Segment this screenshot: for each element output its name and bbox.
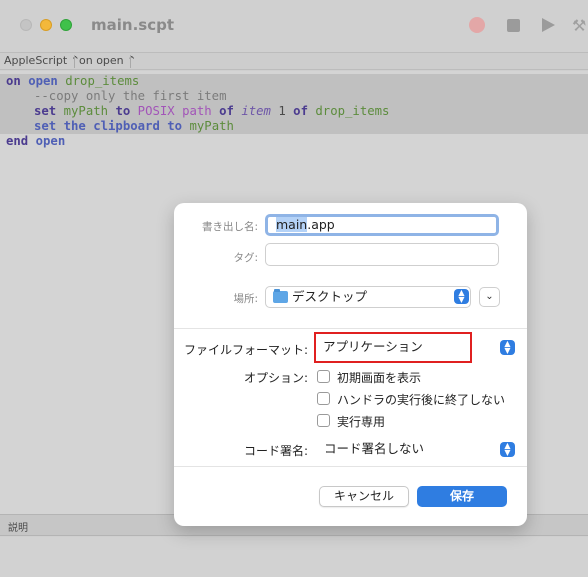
code-line-4: set the clipboard to myPath — [0, 119, 588, 134]
export-name-selected-text: main — [276, 217, 308, 232]
checkbox[interactable] — [317, 370, 330, 383]
keyword-end: end — [6, 134, 29, 148]
where-value: デスクトップ — [292, 289, 368, 304]
script-editor-window: main.scpt ⚒ AppleScript ⌃ on open ⌃ on o… — [0, 0, 588, 577]
code-line-1: on open drop_items — [0, 74, 588, 89]
keyword-of: of — [285, 104, 308, 118]
code-sign-popup[interactable]: コード署名しない ▲ ▼ — [314, 439, 517, 459]
event-open: open — [28, 134, 66, 148]
navigation-bar: AppleScript ⌃ on open ⌃ — [0, 52, 588, 70]
file-format-highlight-box — [314, 332, 472, 363]
export-name-extension: .app — [307, 217, 335, 232]
sheet-divider — [174, 328, 527, 329]
options-label: オプション: — [243, 371, 308, 385]
updown-chevron-icon: ▲ ▼ — [500, 340, 515, 355]
where-label: 場所: — [233, 293, 258, 305]
minimize-window-button[interactable] — [40, 19, 52, 31]
keyword-path: path — [174, 104, 212, 118]
folder-icon — [273, 289, 288, 303]
updown-chevron-icon: ▲ ▼ — [454, 289, 469, 304]
description-area[interactable] — [0, 537, 588, 577]
event-open: open — [20, 74, 58, 88]
export-name-field[interactable]: main.app — [265, 214, 499, 236]
stop-button[interactable] — [507, 19, 520, 32]
code-sign-label: コード署名: — [243, 444, 308, 458]
record-button[interactable] — [469, 17, 485, 33]
variable-mypath: myPath — [56, 104, 109, 118]
code-line-3: set myPath to POSIX path of item 1 of dr… — [0, 104, 588, 119]
keyword-to: to — [108, 104, 131, 118]
code-sign-value: コード署名しない — [324, 441, 425, 456]
handler-popup[interactable]: on open ⌃ — [79, 54, 136, 67]
keyword-posix: POSIX — [130, 104, 175, 118]
checkbox[interactable] — [317, 414, 330, 427]
variable-drop-items: drop_items — [57, 74, 140, 88]
title-bar: main.scpt ⚒ — [0, 0, 588, 52]
option-label: 初期画面を表示 — [337, 371, 422, 385]
expand-chevron-down-button[interactable]: ⌄ — [479, 287, 500, 307]
keyword-on: on — [6, 74, 21, 88]
checkbox[interactable] — [317, 392, 330, 405]
description-tab[interactable]: 説明 — [8, 519, 28, 534]
sheet-divider — [174, 466, 527, 467]
nav-divider — [74, 55, 75, 68]
window-title: main.scpt — [91, 16, 174, 34]
code-line-5: end open — [0, 134, 65, 149]
tags-field[interactable] — [265, 243, 499, 266]
nav-divider — [130, 55, 131, 68]
variable-mypath: myPath — [182, 119, 234, 133]
code-line-2: --copy only the first item — [0, 89, 588, 104]
file-format-label: ファイルフォーマット: — [183, 343, 308, 357]
compile-hammer-icon[interactable]: ⚒ — [572, 16, 586, 35]
tags-label: タグ: — [233, 252, 258, 264]
updown-chevron-icon: ▲ ▼ — [500, 442, 515, 457]
export-sheet: 書き出し名: main.app タグ: 場所: デスクトップ ▲ ▼ ⌄ ファイル… — [174, 203, 527, 526]
where-popup[interactable]: デスクトップ ▲ ▼ — [265, 286, 471, 308]
option-label: ハンドラの実行後に終了しない — [337, 393, 506, 407]
variable-drop-items: drop_items — [308, 104, 390, 118]
language-popup[interactable]: AppleScript ⌃ — [4, 54, 80, 67]
cancel-button[interactable]: キャンセル — [319, 486, 409, 507]
number-literal: 1 — [270, 104, 286, 118]
command-set-clipboard: set the clipboard to — [34, 119, 183, 133]
option-label: 実行専用 — [337, 415, 386, 429]
zoom-window-button[interactable] — [60, 19, 72, 31]
run-button[interactable] — [542, 18, 555, 32]
keyword-of: of — [211, 104, 234, 118]
close-window-button[interactable] — [20, 19, 32, 31]
export-as-label: 書き出し名: — [201, 221, 258, 233]
code-comment: --copy only the first item — [34, 89, 227, 103]
save-button[interactable]: 保存 — [417, 486, 507, 507]
class-item: item — [233, 104, 271, 118]
keyword-set: set — [34, 104, 57, 118]
